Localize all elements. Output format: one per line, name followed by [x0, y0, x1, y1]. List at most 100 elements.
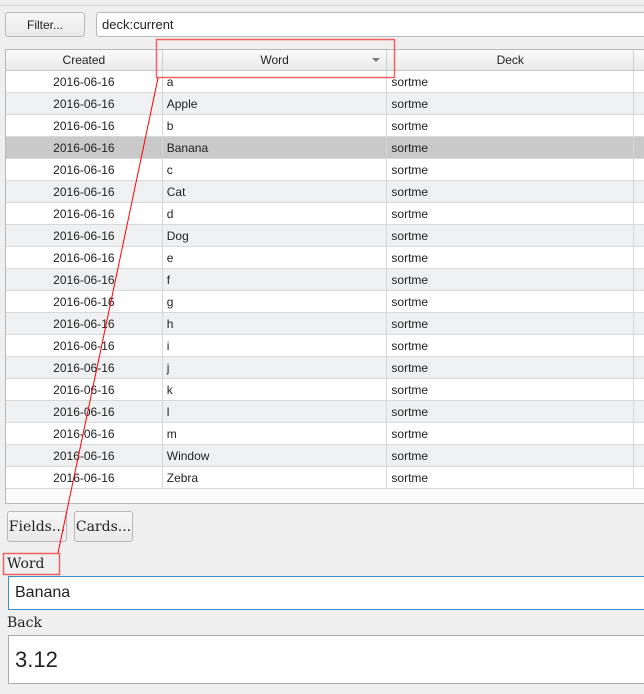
table-row[interactable]: 2016-06-16 m sortme [6, 423, 644, 445]
cell-extra [634, 71, 644, 92]
cell-deck: sortme [387, 467, 635, 488]
word-field-label: Word [7, 556, 45, 572]
cell-word: e [163, 247, 388, 268]
cell-extra [634, 159, 644, 180]
cell-word: j [163, 357, 388, 378]
cell-extra [634, 357, 644, 378]
cell-deck: sortme [387, 93, 635, 114]
cell-created: 2016-06-16 [6, 115, 163, 136]
back-field-label: Back [7, 615, 42, 631]
cell-created: 2016-06-16 [6, 401, 163, 422]
cell-word: l [163, 401, 388, 422]
table-row[interactable]: 2016-06-16 a sortme [6, 71, 644, 93]
table-body: 2016-06-16 a sortme 2016-06-16 Apple sortme 20… [6, 71, 644, 489]
table-row[interactable]: 2016-06-16 l sortme [6, 401, 644, 423]
cell-created: 2016-06-16 [6, 159, 163, 180]
word-field[interactable]: Banana [8, 576, 644, 610]
back-field-value: 3.12 [15, 646, 58, 672]
column-header-created[interactable]: Created [6, 50, 163, 70]
column-header-word[interactable]: Word [163, 50, 388, 70]
table-row[interactable]: 2016-06-16 Window sortme [6, 445, 644, 467]
table-row[interactable]: 2016-06-16 b sortme [6, 115, 644, 137]
cell-extra [634, 137, 644, 158]
table-row[interactable]: 2016-06-16 j sortme [6, 357, 644, 379]
cell-created: 2016-06-16 [6, 423, 163, 444]
table-row[interactable]: 2016-06-16 Cat sortme [6, 181, 644, 203]
word-field-value: Banana [15, 584, 71, 601]
cell-created: 2016-06-16 [6, 357, 163, 378]
cell-created: 2016-06-16 [6, 445, 163, 466]
cell-deck: sortme [387, 357, 635, 378]
cell-deck: sortme [387, 203, 635, 224]
cell-extra [634, 401, 644, 422]
table-row[interactable]: 2016-06-16 i sortme [6, 335, 644, 357]
cell-extra [634, 335, 644, 356]
cell-created: 2016-06-16 [6, 313, 163, 334]
cell-created: 2016-06-16 [6, 467, 163, 488]
cell-created: 2016-06-16 [6, 291, 163, 312]
back-field[interactable]: 3.12 [8, 635, 644, 684]
cell-created: 2016-06-16 [6, 93, 163, 114]
cards-button[interactable]: Cards... [74, 511, 133, 542]
table-header: Created Word Deck [6, 50, 644, 71]
filter-button[interactable]: Filter... [5, 12, 85, 37]
cell-deck: sortme [387, 445, 635, 466]
table-row[interactable]: 2016-06-16 g sortme [6, 291, 644, 313]
cell-extra [634, 203, 644, 224]
cell-created: 2016-06-16 [6, 379, 163, 400]
table-row[interactable]: 2016-06-16 d sortme [6, 203, 644, 225]
cell-word: Window [163, 445, 388, 466]
cell-extra [634, 423, 644, 444]
table-row[interactable]: 2016-06-16 h sortme [6, 313, 644, 335]
cell-extra [634, 313, 644, 334]
cell-word: c [163, 159, 388, 180]
cell-deck: sortme [387, 71, 635, 92]
cell-deck: sortme [387, 181, 635, 202]
cell-created: 2016-06-16 [6, 225, 163, 246]
cell-word: a [163, 71, 388, 92]
fields-button-label: Fields... [8, 518, 66, 535]
cell-created: 2016-06-16 [6, 269, 163, 290]
card-table: Created Word Deck 2016-06-16 a sortme 2016-… [5, 49, 644, 504]
top-divider [0, 5, 644, 6]
cell-deck: sortme [387, 137, 635, 158]
cell-deck: sortme [387, 423, 635, 444]
cell-word: g [163, 291, 388, 312]
cell-extra [634, 181, 644, 202]
table-row[interactable]: 2016-06-16 c sortme [6, 159, 644, 181]
cell-extra [634, 467, 644, 488]
table-row[interactable]: 2016-06-16 Dog sortme [6, 225, 644, 247]
cell-extra [634, 379, 644, 400]
cell-deck: sortme [387, 379, 635, 400]
cell-deck: sortme [387, 313, 635, 334]
cell-deck: sortme [387, 159, 635, 180]
cell-deck: sortme [387, 291, 635, 312]
column-header-extra[interactable] [634, 50, 644, 70]
cell-extra [634, 225, 644, 246]
cell-word: Zebra [163, 467, 388, 488]
fields-button[interactable]: Fields... [7, 511, 67, 542]
cell-deck: sortme [387, 401, 635, 422]
cell-deck: sortme [387, 225, 635, 246]
cell-deck: sortme [387, 269, 635, 290]
cell-extra [634, 115, 644, 136]
table-row[interactable]: 2016-06-16 Banana sortme [6, 137, 644, 159]
column-header-deck[interactable]: Deck [387, 50, 635, 70]
table-row[interactable]: 2016-06-16 e sortme [6, 247, 644, 269]
search-input[interactable]: deck:current [96, 12, 644, 37]
cell-extra [634, 291, 644, 312]
cell-word: i [163, 335, 388, 356]
table-row[interactable]: 2016-06-16 Zebra sortme [6, 467, 644, 489]
cell-extra [634, 247, 644, 268]
table-row[interactable]: 2016-06-16 k sortme [6, 379, 644, 401]
cell-word: Apple [163, 93, 388, 114]
cell-deck: sortme [387, 115, 635, 136]
cell-extra [634, 269, 644, 290]
table-row[interactable]: 2016-06-16 f sortme [6, 269, 644, 291]
filter-button-label: Filter... [26, 17, 63, 32]
cell-word: b [163, 115, 388, 136]
sort-descending-icon [372, 58, 381, 62]
cell-word: Dog [163, 225, 388, 246]
cell-created: 2016-06-16 [6, 71, 163, 92]
table-row[interactable]: 2016-06-16 Apple sortme [6, 93, 644, 115]
